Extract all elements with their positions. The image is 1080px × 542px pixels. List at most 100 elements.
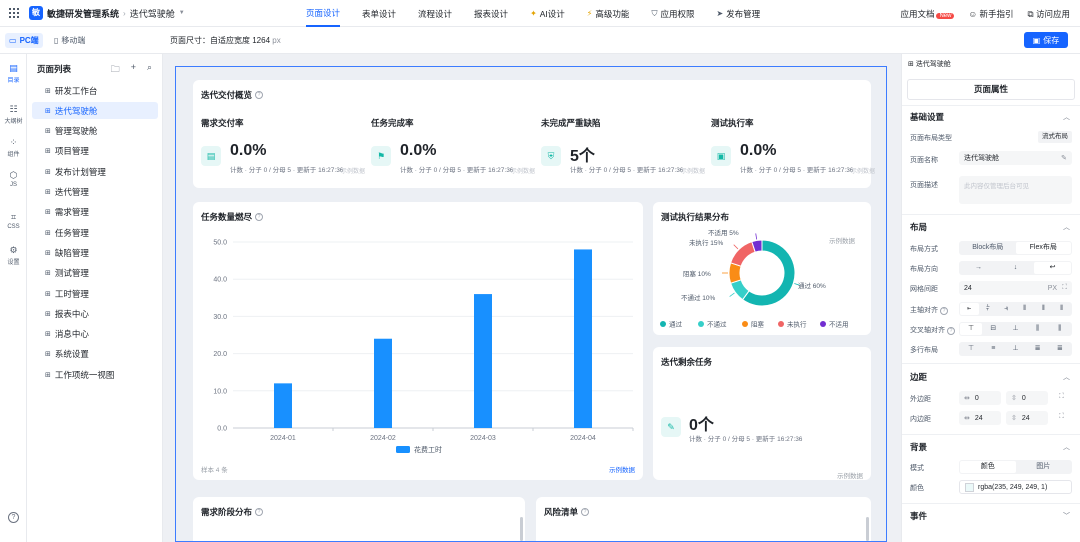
pc-view-tab[interactable]: ▭ PC端 — [5, 33, 43, 48]
page-list-item[interactable]: ⊞ 报表中心 — [32, 305, 158, 322]
add-icon[interactable]: + — [131, 62, 136, 78]
app-grid-icon[interactable] — [9, 8, 19, 18]
lines-top-icon[interactable]: ⊤ — [960, 343, 982, 355]
guide-link[interactable]: ☺ 新手指引 — [968, 8, 1013, 20]
page-list-item[interactable]: ⊞ 工作项统一视图 — [32, 366, 158, 383]
nav-ai-design[interactable]: ✦ AI设计 — [530, 0, 565, 27]
legend-label[interactable]: 未执行 — [787, 320, 807, 329]
edit-icon[interactable]: ✎ — [1061, 154, 1067, 162]
legend-label[interactable]: 不适用 — [829, 320, 849, 329]
page-list-item[interactable]: ⊞ 消息中心 — [32, 326, 158, 343]
block-layout-option[interactable]: Block布局 — [960, 242, 1016, 254]
nav-advanced[interactable]: ⚡ 高级功能 — [587, 0, 630, 27]
lines-center-icon[interactable]: ≡ — [982, 343, 1004, 355]
bar[interactable] — [274, 383, 292, 428]
basic-settings-title[interactable]: 基础设置 — [910, 111, 944, 123]
page-list-item[interactable]: ⊞ 迭代管理 — [32, 184, 158, 201]
overview-card[interactable]: 迭代交付概览? 需求交付率 ▤ 0.0% 计数 · 分子 0 / 分母 5 · 更新于… — [193, 80, 875, 188]
padding-x-field[interactable]: ⇹ 24 — [959, 411, 1001, 425]
legend-dot[interactable] — [820, 321, 826, 327]
bg-color-option[interactable]: 颜色 — [960, 461, 1016, 473]
align-start-icon[interactable]: ⫦ — [960, 303, 979, 315]
page-list-item[interactable]: ⊞ 管理驾驶舱 — [32, 123, 158, 140]
save-button[interactable]: ▣ 保存 — [1024, 32, 1068, 48]
scrollbar[interactable] — [520, 517, 523, 541]
rail-catalog[interactable]: ▤ 目录 — [0, 63, 27, 84]
test-result-card[interactable]: 测试执行结果分布 示例数据 通过 60% 不通过 10% 阻塞 10% 未执行 15%… — [653, 202, 871, 335]
help-icon[interactable]: ? — [8, 512, 19, 523]
page-desc-field[interactable]: 此内容仅管理后台可见 — [959, 176, 1072, 204]
chevron-up-icon[interactable]: ︿ — [1063, 112, 1070, 122]
search-icon[interactable]: ⌕ — [147, 62, 152, 78]
visit-app-link[interactable]: ⧉ 访问应用 — [1028, 8, 1070, 20]
nav-page-design[interactable]: 页面设计 — [306, 0, 341, 27]
page-props-tab[interactable]: 页面属性 — [907, 79, 1075, 100]
chevron-down-icon[interactable]: ▼ — [179, 10, 185, 16]
spacing-title[interactable]: 边距 — [910, 371, 927, 383]
rail-css[interactable]: ⌗ CSS — [0, 212, 27, 230]
breadcrumb-page[interactable]: 迭代驾驶舱 — [130, 7, 175, 20]
expand-icon[interactable]: ⛶ — [1059, 393, 1064, 401]
padding-y-field[interactable]: ⇳ 24 — [1006, 411, 1048, 425]
chevron-up-icon[interactable]: ︿ — [1063, 372, 1070, 382]
folder-icon[interactable]: 🗀 — [111, 62, 120, 78]
color-swatch[interactable] — [965, 482, 974, 492]
bg-image-option[interactable]: 图片 — [1016, 461, 1072, 473]
chevron-up-icon[interactable]: ︿ — [1063, 222, 1070, 232]
expand-icon[interactable]: ⛶ — [1062, 284, 1067, 292]
legend-swatch[interactable] — [396, 446, 410, 453]
gap-field[interactable]: 24 PX ⛶ — [959, 281, 1072, 295]
rail-outline[interactable]: ☷ 大纲树 — [0, 104, 27, 125]
rail-settings[interactable]: ⚙ 设置 — [0, 245, 27, 266]
burndown-demo-label[interactable]: 示例数据 — [609, 464, 635, 474]
page-list-item[interactable]: ⊞ 发布计划管理 — [32, 163, 158, 180]
space-around-icon[interactable]: ⫴ — [1034, 303, 1053, 315]
wrap-icon[interactable]: ↩ — [1034, 262, 1071, 274]
page-list-item[interactable]: ⊞ 缺陷管理 — [32, 244, 158, 261]
bg-color-field[interactable]: rgba(235, 249, 249, 1) — [959, 480, 1072, 494]
legend-label[interactable]: 通过 — [669, 320, 683, 329]
layout-title[interactable]: 布局 — [910, 221, 927, 233]
bar[interactable] — [574, 249, 592, 428]
nav-permissions[interactable]: ⛉ 应用权限 — [651, 0, 694, 27]
align-center-icon[interactable]: ⫩ — [979, 303, 998, 315]
align-bottom-icon[interactable]: ⊥ — [1004, 323, 1026, 335]
nav-flow-design[interactable]: 流程设计 — [418, 0, 452, 27]
nav-publish[interactable]: ➤ 发布管理 — [716, 0, 760, 27]
margin-y-field[interactable]: ⇳ 0 — [1006, 391, 1048, 405]
mobile-view-tab[interactable]: ▯ 移动端 — [50, 33, 89, 48]
page-frame[interactable]: 迭代交付概览? 需求交付率 ▤ 0.0% 计数 · 分子 0 / 分母 5 · 更新于… — [175, 66, 887, 542]
legend-dot[interactable] — [660, 321, 666, 327]
arrow-down-icon[interactable]: ↓ — [997, 262, 1034, 274]
legend-dot[interactable] — [742, 321, 748, 327]
req-stage-card[interactable]: 需求阶段分布? — [193, 497, 525, 541]
page-list-item[interactable]: ⊞ 需求管理 — [32, 204, 158, 221]
baseline-icon[interactable]: ⫼ — [1049, 323, 1071, 335]
chevron-down-icon[interactable]: ﹀ — [1063, 511, 1070, 521]
scrollbar[interactable] — [866, 517, 869, 541]
legend-dot[interactable] — [698, 321, 704, 327]
nav-report-design[interactable]: 报表设计 — [474, 0, 508, 27]
flex-layout-option[interactable]: Flex布局 — [1015, 242, 1071, 254]
expand-icon[interactable]: ⛶ — [1059, 413, 1064, 421]
legend-dot[interactable] — [778, 321, 784, 327]
remaining-task-card[interactable]: 迭代剩余任务 ✎ 0个 计数 · 分子 0 / 分母 5 · 更新于 16:27… — [653, 347, 871, 480]
margin-x-field[interactable]: ⇹ 0 — [959, 391, 1001, 405]
app-docs-link[interactable]: 应用文档 New — [900, 8, 955, 20]
page-list-item[interactable]: ⊞ 工时管理 — [32, 285, 158, 302]
legend-label[interactable]: 不通过 — [707, 320, 727, 329]
legend-label[interactable]: 阻塞 — [751, 320, 765, 329]
space-between-icon[interactable]: ⫴ — [1016, 303, 1035, 315]
align-end-icon[interactable]: ⫣ — [997, 303, 1016, 315]
bar[interactable] — [374, 338, 392, 428]
lines-around-icon[interactable]: ≣ — [1049, 343, 1071, 355]
rail-js[interactable]: ⬡ JS — [0, 170, 27, 188]
space-evenly-icon[interactable]: ⫴ — [1053, 303, 1072, 315]
page-list-item[interactable]: ⊞ 研发工作台 — [32, 82, 158, 99]
page-name-field[interactable]: 迭代驾驶舱 ✎ — [959, 151, 1072, 165]
page-list-item[interactable]: ⊞ 任务管理 — [32, 224, 158, 241]
page-list-item[interactable]: ⊞ 项目管理 — [32, 143, 158, 160]
arrow-right-icon[interactable]: → — [960, 262, 997, 274]
background-title[interactable]: 背景 — [910, 441, 927, 453]
chevron-up-icon[interactable]: ︿ — [1063, 442, 1070, 452]
